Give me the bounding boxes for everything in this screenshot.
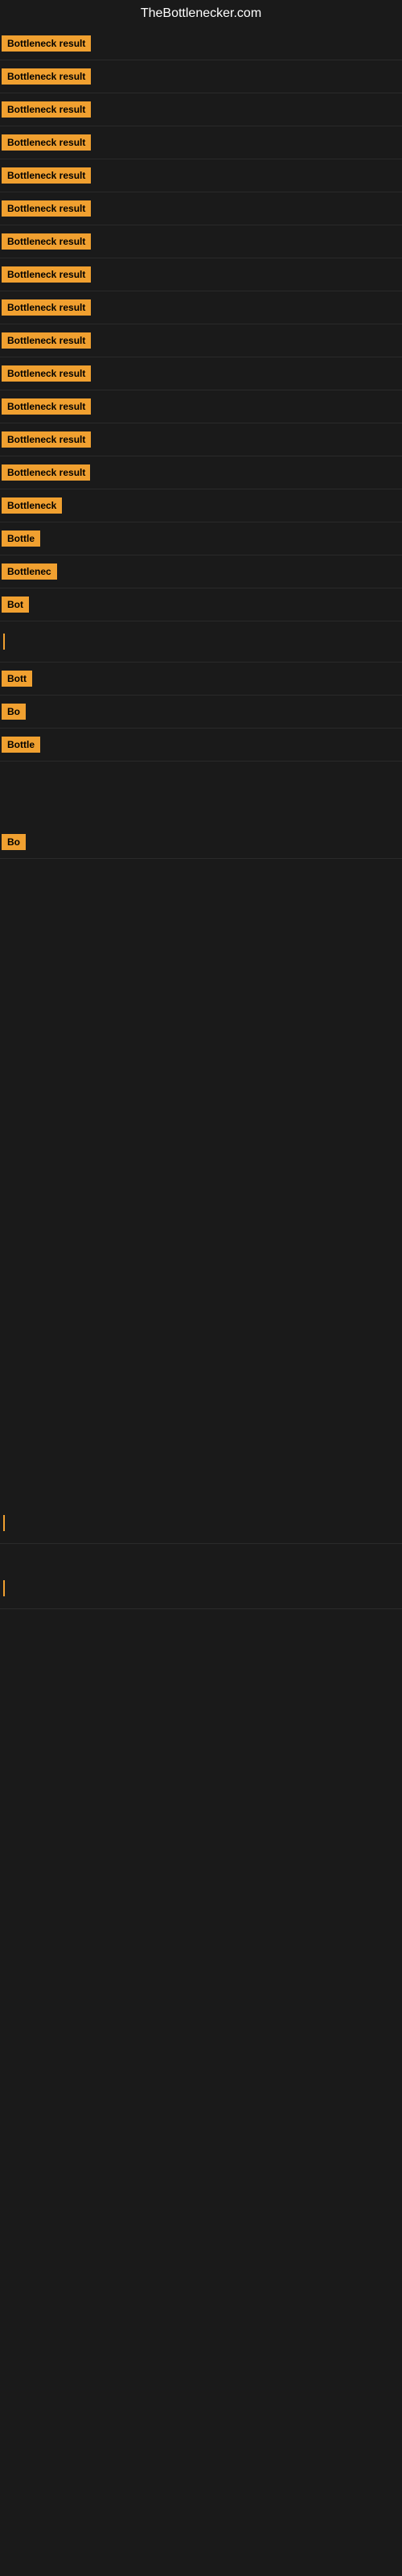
list-item: Bottleneck result: [0, 423, 402, 456]
list-item: [0, 621, 402, 663]
list-item: Bottleneck result: [0, 324, 402, 357]
list-item: Bottleneck result: [0, 27, 402, 60]
list-item: Bottleneck result: [0, 60, 402, 93]
page-container: TheBottlenecker.com Bottleneck result Bo…: [0, 0, 402, 2576]
bottleneck-badge: Bott: [2, 671, 32, 687]
bottleneck-badge: Bo: [2, 704, 26, 720]
spacer: [0, 762, 402, 826]
list-item: Bottle: [0, 522, 402, 555]
bottleneck-badge: Bottleneck result: [2, 167, 91, 184]
bottleneck-badge: Bottleneck result: [2, 134, 91, 151]
bottleneck-badge: Bottlenec: [2, 564, 57, 580]
list-item: Bottleneck result: [0, 93, 402, 126]
vertical-line-indicator: [3, 1580, 5, 1596]
bottom-spacer: [0, 1609, 402, 1931]
bottleneck-badge: Bottleneck result: [2, 398, 91, 415]
list-item: Bottleneck result: [0, 291, 402, 324]
bottleneck-badge: Bottleneck result: [2, 332, 91, 349]
bottleneck-badge: Bot: [2, 597, 29, 613]
bottleneck-badge: Bottleneck result: [2, 431, 91, 448]
bottleneck-badge: Bottleneck: [2, 497, 62, 514]
list-item: Bottleneck result: [0, 126, 402, 159]
list-item: Bottlenec: [0, 555, 402, 588]
list-item: Bott: [0, 663, 402, 696]
bottleneck-badge: Bo: [2, 834, 26, 850]
bottleneck-badge: Bottle: [2, 530, 40, 547]
bottleneck-badge: Bottleneck result: [2, 68, 91, 85]
list-item: Bottle: [0, 729, 402, 762]
list-item: Bottleneck result: [0, 159, 402, 192]
spacer: [0, 1544, 402, 1568]
list-item: Bottleneck result: [0, 258, 402, 291]
list-item: Bo: [0, 826, 402, 859]
list-item: Bottleneck result: [0, 390, 402, 423]
list-item: Bot: [0, 588, 402, 621]
bottleneck-badge: Bottle: [2, 737, 40, 753]
list-item: Bottleneck result: [0, 357, 402, 390]
bottleneck-badge: Bottleneck result: [2, 299, 91, 316]
vertical-line-indicator: [3, 634, 5, 650]
site-title: TheBottlenecker.com: [0, 0, 402, 27]
list-item: [0, 1568, 402, 1609]
bottleneck-badge: Bottleneck result: [2, 200, 91, 217]
bottleneck-badge: Bottleneck result: [2, 233, 91, 250]
bottleneck-badge: Bottleneck result: [2, 266, 91, 283]
bottleneck-badge: Bottleneck result: [2, 101, 91, 118]
list-item: Bottleneck result: [0, 225, 402, 258]
vertical-line-indicator: [3, 1515, 5, 1531]
list-item: [0, 1503, 402, 1544]
bottleneck-badge: Bottleneck result: [2, 365, 91, 382]
list-item: Bo: [0, 696, 402, 729]
list-item: Bottleneck result: [0, 192, 402, 225]
list-item: Bottleneck result: [0, 456, 402, 489]
bottleneck-badge: Bottleneck result: [2, 35, 91, 52]
bottleneck-badge: Bottleneck result: [2, 464, 90, 481]
list-item: Bottleneck: [0, 489, 402, 522]
empty-space: [0, 859, 402, 1503]
